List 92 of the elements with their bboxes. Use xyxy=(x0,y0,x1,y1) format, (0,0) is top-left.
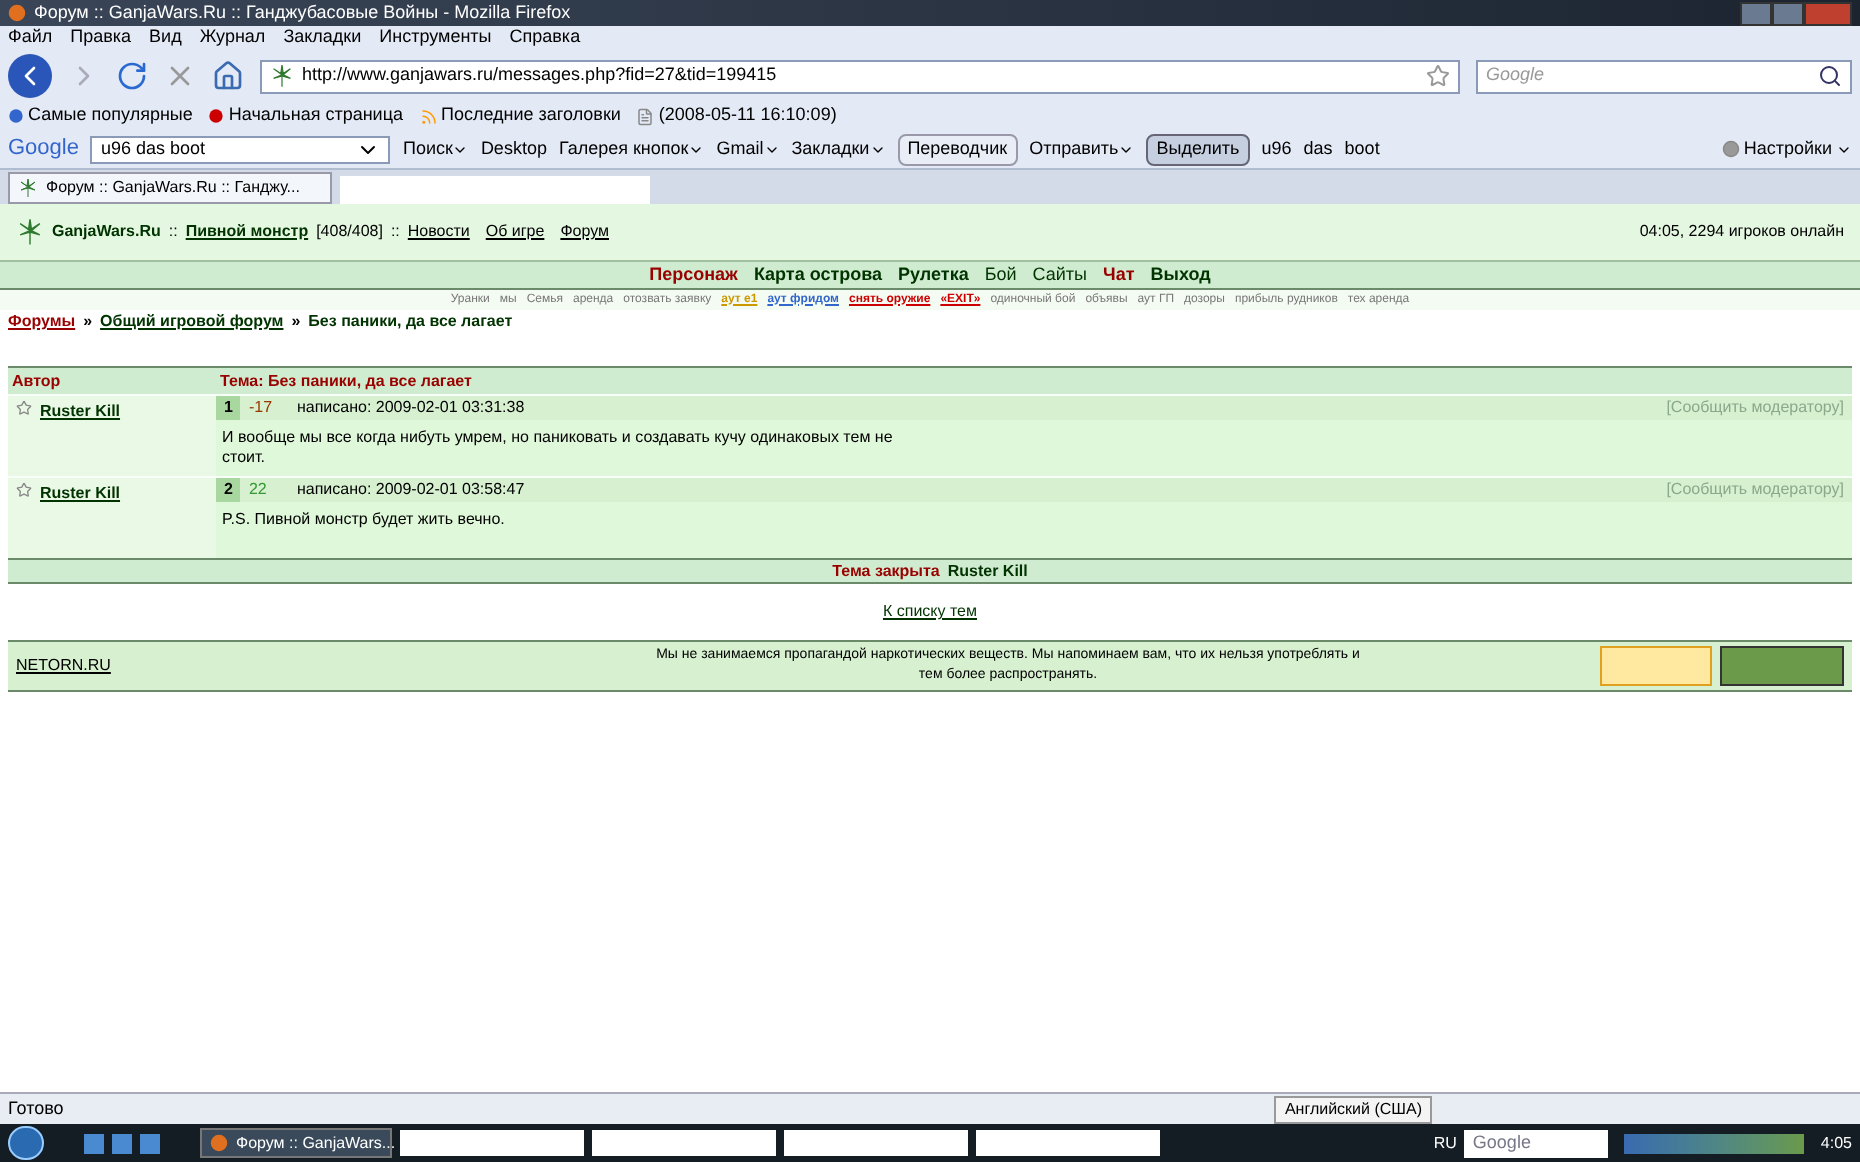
google-logo: Google xyxy=(8,134,79,165)
post-date: написано: 2009-02-01 03:31:38 xyxy=(296,396,525,420)
nav-link[interactable]: Сайты xyxy=(1032,261,1088,289)
rank-icon xyxy=(16,400,32,416)
post-number: 1 xyxy=(216,396,241,420)
leaf-icon xyxy=(18,178,38,198)
online-status: 04:05, 2294 игроков онлайн xyxy=(1639,220,1844,244)
nav-link[interactable]: Персонаж xyxy=(649,261,738,289)
post-score: 22 xyxy=(248,478,269,502)
page-icon xyxy=(636,107,655,125)
bookmark-item[interactable]: (2008-05-11 16:10:09) xyxy=(658,102,837,130)
toolbar-toggle[interactable]: Переводчик xyxy=(897,133,1018,165)
bookmark-item[interactable]: Последние заголовки xyxy=(441,102,621,130)
window-title: Форум :: GanjaWars.Ru :: Ганджубасовые Войны - Mozilla Firefox xyxy=(34,0,571,26)
reload-icon[interactable] xyxy=(116,60,148,92)
user-link[interactable]: Пивной монстр xyxy=(185,220,309,244)
bookmark-item[interactable]: Самые популярные xyxy=(28,102,193,130)
column-header: Автор xyxy=(10,369,63,393)
hp-text: [408/408] xyxy=(316,220,383,244)
breadcrumb-item[interactable]: Форумы xyxy=(8,310,76,334)
bookmark-icon xyxy=(8,108,24,124)
browser-tab[interactable]: Форум :: GanjaWars.Ru :: Ганджу... xyxy=(8,172,332,204)
rss-icon xyxy=(419,107,437,125)
post-date: написано: 2009-02-01 03:58:47 xyxy=(296,478,525,502)
bookmark-icon xyxy=(208,108,225,124)
toolbar-toggle[interactable]: Выделить xyxy=(1146,133,1250,165)
toolbar-item[interactable]: Desktop xyxy=(480,135,547,163)
status-text: Готово xyxy=(8,1095,64,1122)
breadcrumb-item[interactable]: Общий игровой форум xyxy=(100,310,284,334)
breadcrumb-separator: » xyxy=(291,310,301,334)
toolbar-word[interactable]: u96 xyxy=(1261,135,1292,163)
maximize-icon[interactable] xyxy=(1772,1,1804,25)
header-link[interactable]: Новости xyxy=(407,220,470,244)
toolbar-menu[interactable]: Gmail xyxy=(716,135,764,163)
closed-label: Тема закрыта xyxy=(832,559,940,583)
minimize-icon[interactable] xyxy=(1740,1,1772,25)
taskbar-button[interactable]: Форум :: GanjaWars... xyxy=(200,1128,392,1158)
taskbar-search-field[interactable]: Google xyxy=(1464,1129,1609,1157)
menu-item[interactable]: Файл xyxy=(8,24,53,52)
address-bar[interactable]: http://www.ganjawars.ru/messages.php?fid=27&tid=199415 xyxy=(260,59,1460,93)
nav-link[interactable]: Чат xyxy=(1103,261,1135,289)
menu-item[interactable]: Инструменты xyxy=(379,24,492,52)
toolbar-word[interactable]: das xyxy=(1303,135,1333,163)
separator-text: :: xyxy=(168,220,178,244)
breadcrumb-separator: » xyxy=(83,310,93,334)
toolbar-word[interactable]: boot xyxy=(1344,135,1380,163)
post-text: И вообще мы все когда нибуть умрем, но паниковать и создавать кучу одинаковых тем не стоит. xyxy=(220,426,895,468)
back-link[interactable]: К списку тем xyxy=(882,600,978,624)
post-number: 2 xyxy=(216,478,241,502)
closed-user: Ruster Kill xyxy=(947,559,1028,583)
back-button[interactable] xyxy=(8,54,52,98)
leaf-icon xyxy=(270,64,294,88)
language-indicator[interactable]: RU xyxy=(1433,1131,1457,1155)
rank-icon xyxy=(16,482,32,498)
toolbar-menu[interactable]: Отправить xyxy=(1029,135,1119,163)
start-button[interactable] xyxy=(8,1126,44,1160)
nav-link[interactable]: Бой xyxy=(984,261,1017,289)
home-icon[interactable] xyxy=(212,60,244,92)
breadcrumb-item: Без паники, да все лагает xyxy=(308,310,513,334)
nav-link[interactable]: Карта острова xyxy=(753,261,883,289)
clock: 4:05 xyxy=(1820,1131,1852,1155)
search-icon[interactable] xyxy=(1818,64,1842,88)
post-score: -17 xyxy=(248,396,275,420)
url-text: http://www.ganjawars.ru/messages.php?fid=27&tid=199415 xyxy=(302,62,777,89)
browser-icon xyxy=(210,1134,228,1152)
settings-button[interactable]: Настройки xyxy=(1743,135,1832,163)
footer-link[interactable]: NETORN.RU xyxy=(16,654,416,678)
column-header: Тема: Без паники, да все лагает xyxy=(218,369,474,393)
author-link[interactable]: Ruster Kill xyxy=(40,400,121,424)
separator-text: :: xyxy=(390,220,400,244)
header-link[interactable]: Форум xyxy=(560,220,609,244)
menu-item[interactable]: Вид xyxy=(149,24,182,52)
header-link[interactable]: Об игре xyxy=(485,220,545,244)
browser-icon xyxy=(8,4,26,22)
site-logo[interactable]: GanjaWars.Ru xyxy=(52,220,161,244)
menu-item[interactable]: Закладки xyxy=(283,24,362,52)
star-icon[interactable] xyxy=(1426,64,1450,88)
menu-item[interactable]: Справка xyxy=(509,24,581,52)
close-icon[interactable] xyxy=(1804,1,1852,25)
nav-link[interactable]: Рулетка xyxy=(898,261,969,289)
settings-icon xyxy=(1721,140,1740,158)
toolbar-menu[interactable]: Галерея кнопок xyxy=(558,135,689,163)
google-search-field[interactable]: u96 das boot xyxy=(90,135,391,163)
menu-item[interactable]: Правка xyxy=(70,24,132,52)
toolbar-menu[interactable]: Поиск xyxy=(402,135,453,163)
toolbar-menu[interactable]: Закладки xyxy=(791,135,870,163)
author-link[interactable]: Ruster Kill xyxy=(40,482,121,506)
bookmark-item[interactable]: Начальная страница xyxy=(228,102,403,130)
menu-item[interactable]: Журнал xyxy=(199,24,266,52)
tooltip: Английский (США) xyxy=(1274,1095,1432,1123)
nav-link[interactable]: Выход xyxy=(1150,261,1211,289)
post-text: P.S. Пивной монстр будет жить вечно. xyxy=(220,508,507,530)
